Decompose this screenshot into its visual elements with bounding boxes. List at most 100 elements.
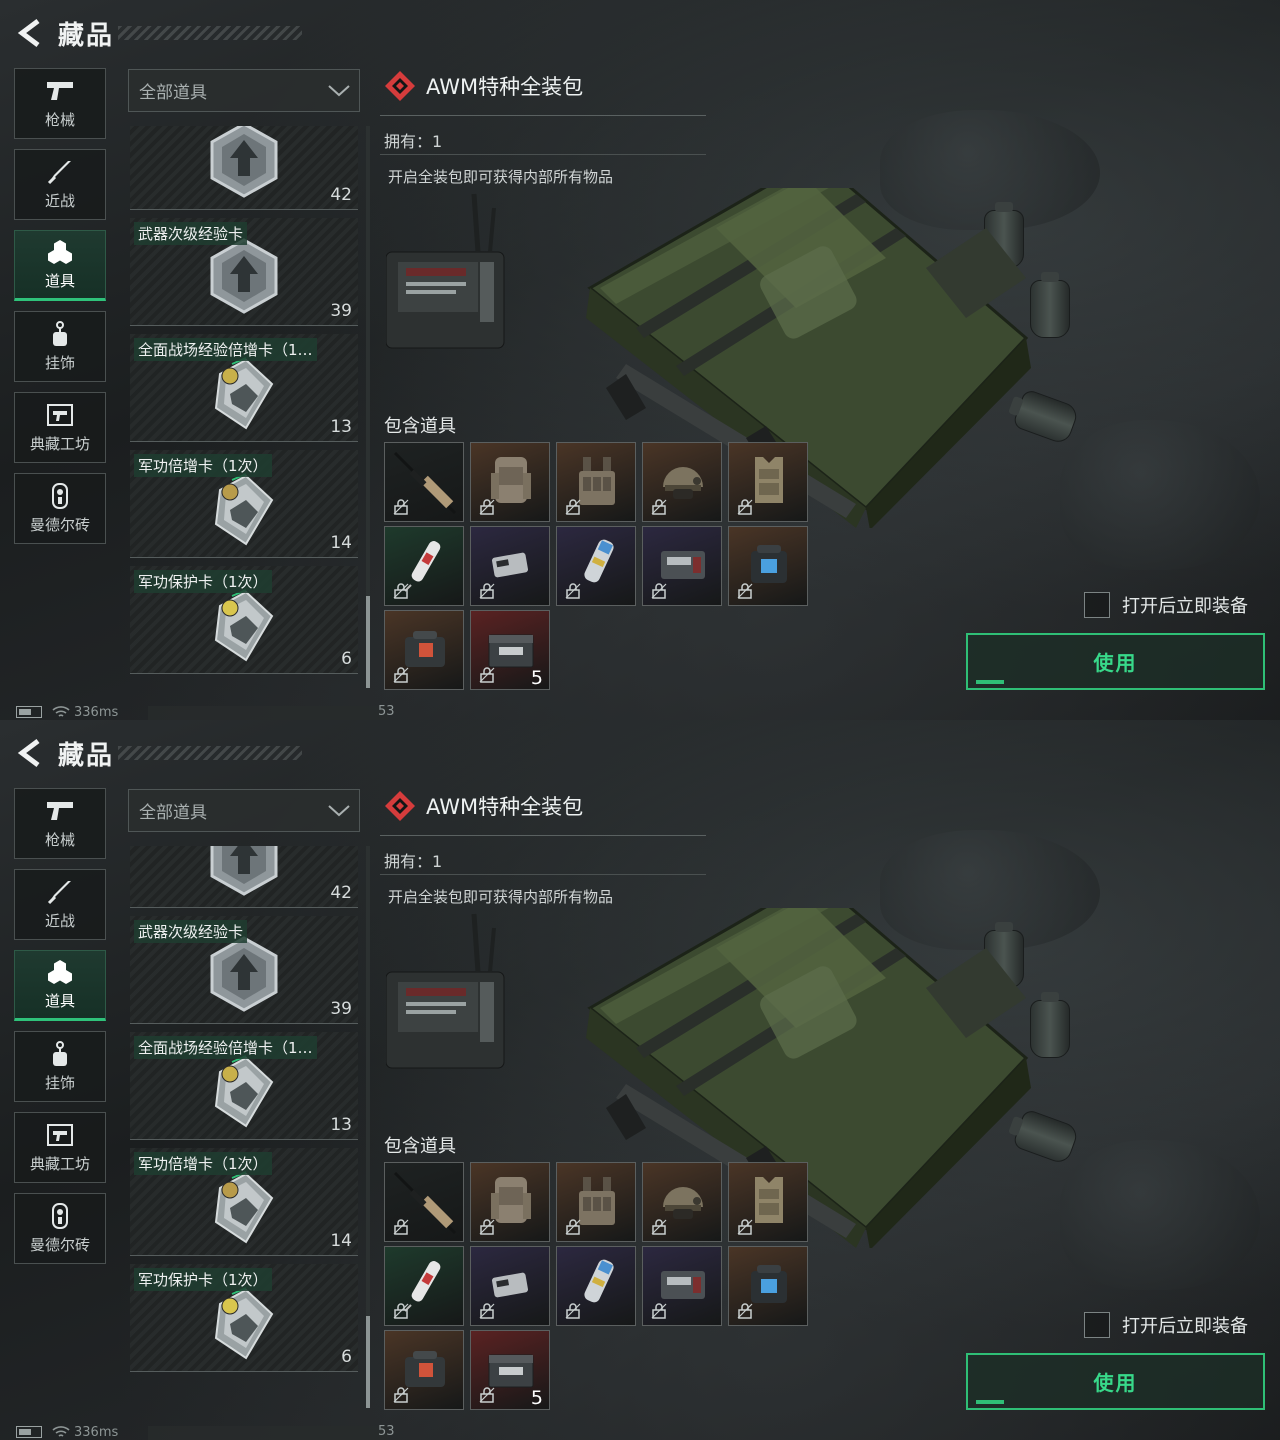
- sidebar-item-charms[interactable]: 挂饰: [14, 1031, 106, 1102]
- item-card-name: 军功倍增卡（1次）: [134, 454, 272, 477]
- contents-heading: 包含道具: [384, 1136, 456, 1157]
- page-title: 藏品: [58, 740, 115, 771]
- battery-icon: [16, 1426, 42, 1438]
- item-card-quantity: 14: [330, 1231, 352, 1251]
- item-card[interactable]: 军功倍增卡（1次） 14: [130, 1148, 358, 1256]
- sidebar-item-label: 典藏工坊: [29, 435, 90, 453]
- workshop-icon: [46, 1121, 74, 1149]
- status-placeholder-bar: [148, 706, 388, 720]
- item-card[interactable]: 全面战场经验倍增卡（1… 13: [130, 1032, 358, 1140]
- sidebar-item-mandel-brick[interactable]: 曼德尔砖: [14, 1193, 106, 1264]
- sidebar-item-items[interactable]: 道具: [14, 230, 106, 301]
- ping-value: 336ms: [74, 1424, 119, 1440]
- fps-value: 53: [378, 1424, 395, 1439]
- screen-top: 藏品 枪械 近战 道具 挂饰 典藏工坊 曼德尔砖 全部道具 42 武器次级经验卡…: [0, 0, 1280, 720]
- content-slot[interactable]: [556, 1246, 636, 1326]
- content-slot[interactable]: [728, 442, 808, 522]
- content-slot[interactable]: [384, 610, 464, 690]
- boost-card-icon: [206, 1052, 282, 1128]
- sidebar-item-charms[interactable]: 挂饰: [14, 311, 106, 382]
- item-card-quantity: 6: [341, 649, 352, 669]
- content-slot[interactable]: [384, 442, 464, 522]
- item-card[interactable]: 武器次级经验卡 39: [130, 916, 358, 1024]
- item-card[interactable]: 全面战场经验倍增卡（1… 13: [130, 334, 358, 442]
- content-slot[interactable]: [556, 1162, 636, 1242]
- contents-heading: 包含道具: [384, 416, 456, 437]
- divider: [380, 835, 706, 836]
- content-slot[interactable]: [728, 526, 808, 606]
- screen-bottom: 藏品 枪械 近战 道具 挂饰 典藏工坊 曼德尔砖 全部道具 42 武器次级经验卡…: [0, 720, 1280, 1440]
- auto-equip-option[interactable]: 打开后立即装备: [1084, 592, 1248, 618]
- content-slot[interactable]: [470, 526, 550, 606]
- content-slot[interactable]: [384, 1330, 464, 1410]
- content-slot[interactable]: [728, 1162, 808, 1242]
- mandel-brick-icon: [46, 1202, 74, 1230]
- title-stripe: [118, 746, 302, 760]
- sidebar-item-guns[interactable]: 枪械: [14, 68, 106, 139]
- exp-card-icon: [206, 846, 282, 896]
- item-card-name: 军功保护卡（1次）: [134, 1268, 272, 1291]
- auto-equip-option[interactable]: 打开后立即装备: [1084, 1312, 1248, 1338]
- item-list[interactable]: 42 武器次级经验卡 39 全面战场经验倍增卡（1… 13 军功倍增卡（1次） 14 军功保护…: [130, 846, 360, 1406]
- content-slot[interactable]: [556, 442, 636, 522]
- sidebar-item-guns[interactable]: 枪械: [14, 788, 106, 859]
- use-button-label: 使用: [1093, 1371, 1138, 1395]
- content-slot[interactable]: 5: [470, 610, 550, 690]
- item-card[interactable]: 42: [130, 126, 358, 210]
- content-slot[interactable]: [642, 526, 722, 606]
- rarity-diamond-icon: [385, 791, 415, 821]
- item-card[interactable]: 武器次级经验卡 39: [130, 218, 358, 326]
- auto-equip-label: 打开后立即装备: [1122, 596, 1248, 617]
- content-slot[interactable]: [556, 526, 636, 606]
- use-button[interactable]: 使用: [966, 633, 1265, 690]
- sidebar-item-melee[interactable]: 近战: [14, 149, 106, 220]
- sidebar-item-workshop[interactable]: 典藏工坊: [14, 1112, 106, 1183]
- content-slot[interactable]: [728, 1246, 808, 1326]
- detail-header: AWM特种全装包: [384, 790, 583, 822]
- sidebar-item-label: 道具: [44, 992, 75, 1010]
- item-card[interactable]: 军功保护卡（1次） 6: [130, 1264, 358, 1372]
- content-slot[interactable]: [470, 442, 550, 522]
- category-sidebar: 枪械 近战 道具 挂饰 典藏工坊 曼德尔砖: [14, 68, 106, 554]
- charm-icon: [46, 320, 74, 348]
- filter-selected-value: 全部道具: [139, 803, 207, 823]
- knife-icon: [46, 878, 74, 906]
- sidebar-item-workshop[interactable]: 典藏工坊: [14, 392, 106, 463]
- sidebar-item-label: 枪械: [44, 111, 75, 129]
- sidebar-item-items[interactable]: 道具: [14, 950, 106, 1021]
- item-card-name: 军功倍增卡（1次）: [134, 1152, 272, 1175]
- battery-icon: [16, 706, 42, 718]
- sidebar-item-melee[interactable]: 近战: [14, 869, 106, 940]
- item-card[interactable]: 军功保护卡（1次） 6: [130, 566, 358, 674]
- button-accent: [976, 1400, 1004, 1404]
- auto-equip-checkbox[interactable]: [1084, 592, 1110, 618]
- content-slot[interactable]: [642, 1162, 722, 1242]
- content-slot[interactable]: [642, 442, 722, 522]
- content-slot[interactable]: [642, 1246, 722, 1326]
- content-slot[interactable]: [470, 1162, 550, 1242]
- radio-device: [386, 913, 505, 1069]
- content-slot[interactable]: [384, 1162, 464, 1242]
- back-arrow-icon[interactable]: [14, 736, 46, 770]
- item-card-name: 全面战场经验倍增卡（1…: [134, 1036, 317, 1059]
- content-slot[interactable]: [384, 1246, 464, 1326]
- list-scrollbar-thumb[interactable]: [366, 596, 370, 688]
- item-filter-dropdown[interactable]: 全部道具: [128, 69, 360, 112]
- back-arrow-icon[interactable]: [14, 16, 46, 50]
- ping-value: 336ms: [74, 704, 119, 720]
- content-slot[interactable]: [470, 1246, 550, 1326]
- item-card[interactable]: 军功倍增卡（1次） 14: [130, 450, 358, 558]
- use-button[interactable]: 使用: [966, 1353, 1265, 1410]
- content-slot[interactable]: 5: [470, 1330, 550, 1410]
- item-filter-dropdown[interactable]: 全部道具: [128, 789, 360, 832]
- radio-device: [386, 193, 505, 349]
- item-card-quantity: 13: [330, 417, 352, 437]
- list-scrollbar-thumb[interactable]: [366, 1316, 370, 1408]
- content-slot[interactable]: [384, 526, 464, 606]
- item-card[interactable]: 42: [130, 846, 358, 908]
- sidebar-item-label: 典藏工坊: [29, 1155, 90, 1173]
- auto-equip-checkbox[interactable]: [1084, 1312, 1110, 1338]
- sidebar-item-mandel-brick[interactable]: 曼德尔砖: [14, 473, 106, 544]
- wifi-icon: [52, 1426, 70, 1437]
- item-list[interactable]: 42 武器次级经验卡 39 全面战场经验倍增卡（1… 13 军功倍增卡（1次） 14 军功保护…: [130, 126, 360, 686]
